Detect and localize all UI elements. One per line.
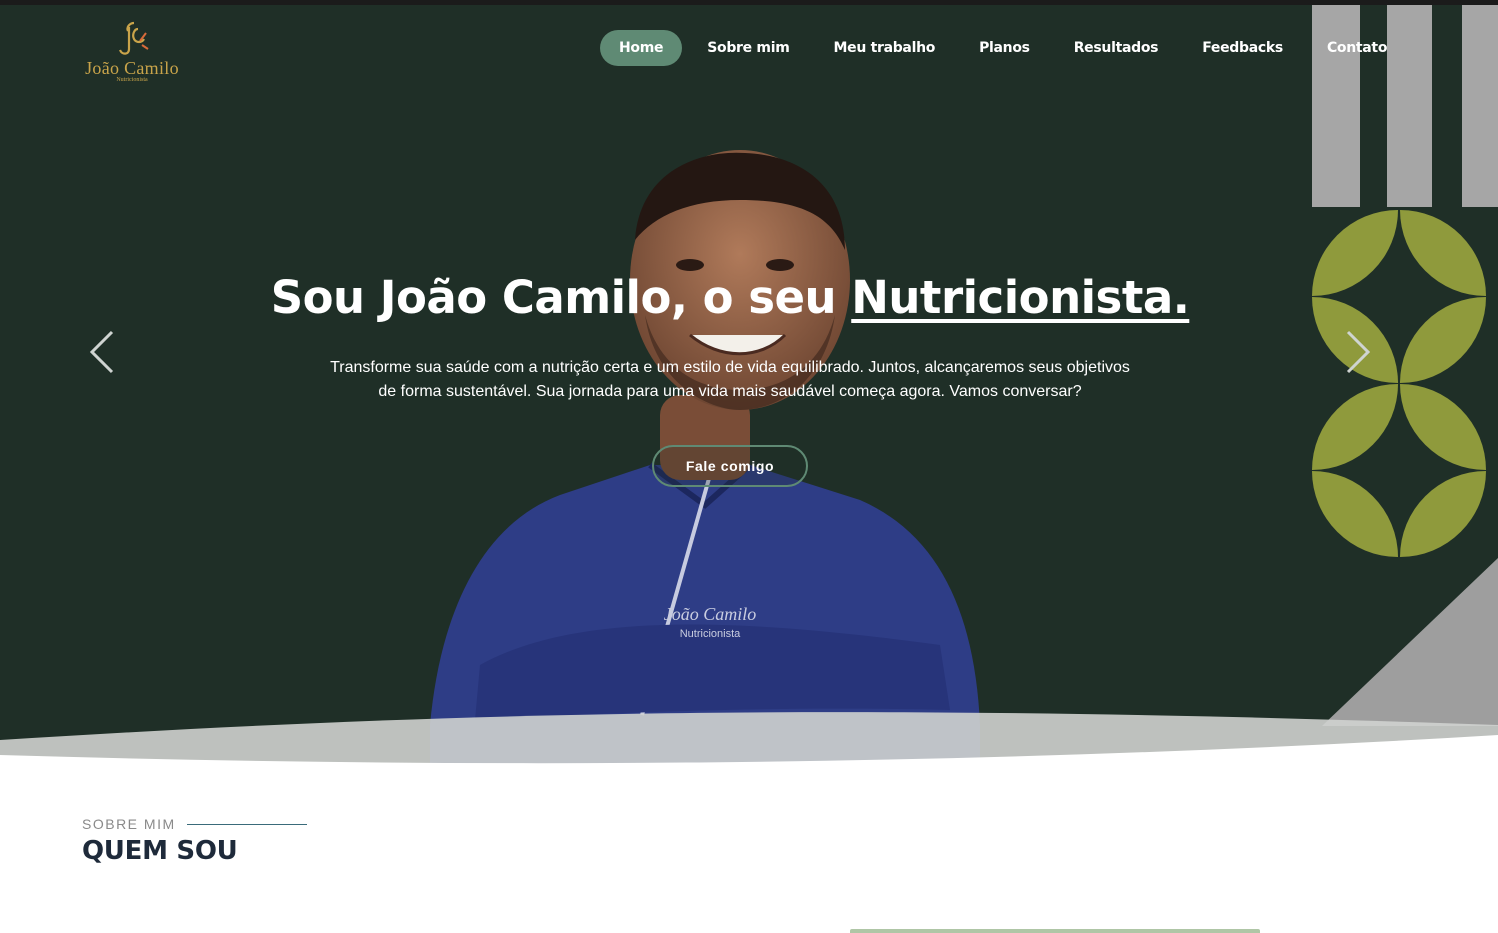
- about-section: SOBRE MIM QUEM SOU: [82, 816, 307, 866]
- decorative-pattern: [1312, 5, 1498, 765]
- about-eyebrow-text: SOBRE MIM: [82, 816, 176, 832]
- nav-item-feedbacks[interactable]: Feedbacks: [1183, 30, 1302, 66]
- brand-subtitle: Nutricionista: [116, 77, 148, 83]
- nav-item-home[interactable]: Home: [600, 30, 683, 66]
- pattern-leaf: [1312, 471, 1398, 557]
- headline-prefix: Sou João Camilo, o seu: [270, 271, 852, 324]
- hero-section: João Camilo Nutricionista João Camilo Nu…: [0, 5, 1498, 765]
- jc-monogram-icon: [118, 21, 149, 55]
- nav-item-resultados[interactable]: Resultados: [1055, 30, 1178, 66]
- about-eyebrow: SOBRE MIM: [82, 816, 307, 832]
- hero-wave: [0, 712, 1498, 765]
- pattern-leaf: [1312, 384, 1398, 470]
- nav-item-contato[interactable]: Contato: [1308, 30, 1406, 66]
- headline-highlight: Nutricionista.: [851, 271, 1190, 324]
- nav-item-planos[interactable]: Planos: [960, 30, 1049, 66]
- main-nav: Home Sobre mim Meu trabalho Planos Resul…: [600, 29, 1412, 67]
- about-image-edge: [850, 929, 1260, 933]
- pattern-leaf: [1400, 471, 1486, 557]
- pattern-bar: [1462, 5, 1498, 207]
- shirt-logo-text: João Camilo: [664, 604, 757, 624]
- eyebrow-divider: [186, 823, 307, 825]
- brand-logo[interactable]: João Camilo Nutricionista: [82, 19, 182, 89]
- hero-description: Transforme sua saúde com a nutrição cert…: [330, 359, 1130, 400]
- brand-name: João Camilo: [85, 58, 179, 78]
- chevron-left-icon[interactable]: [88, 330, 118, 374]
- shirt-logo-subtext: Nutricionista: [680, 628, 741, 640]
- nav-item-sobre-mim[interactable]: Sobre mim: [688, 30, 808, 66]
- fale-comigo-button[interactable]: Fale comigo: [652, 445, 808, 487]
- hero-headline: Sou João Camilo, o seu Nutricionista.: [0, 271, 1460, 324]
- about-title: QUEM SOU: [82, 836, 238, 866]
- pattern-leaf: [1400, 384, 1486, 470]
- nav-item-meu-trabalho[interactable]: Meu trabalho: [815, 30, 955, 66]
- chevron-right-icon[interactable]: [1342, 330, 1372, 374]
